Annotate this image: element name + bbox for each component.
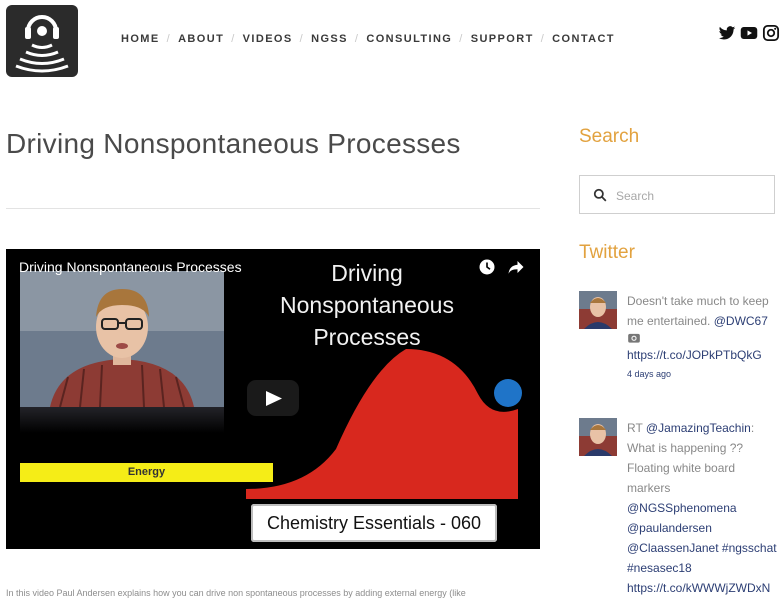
energy-label: Energy	[20, 463, 273, 482]
video-title[interactable]: Driving Nonspontaneous Processes	[19, 259, 242, 275]
search-icon[interactable]	[593, 188, 607, 202]
photo-icon	[628, 333, 640, 343]
avatar[interactable]	[579, 291, 617, 329]
youtube-icon[interactable]	[740, 24, 758, 42]
nav-separator: /	[231, 33, 236, 45]
nav-separator: /	[354, 33, 360, 45]
page-title: Driving Nonspontaneous Processes	[6, 128, 461, 159]
watch-later-icon[interactable]	[478, 258, 496, 276]
tweet-mention[interactable]: @ClaassenJanet	[627, 541, 719, 555]
presenter-thumbnail	[20, 271, 224, 407]
instagram-icon[interactable]	[762, 24, 780, 42]
video-description: In this video Paul Andersen explains how…	[6, 588, 466, 598]
slide-title-line: Driving	[331, 260, 403, 286]
tweet-body: RT @JamazingTeachin: What is happening ?…	[627, 418, 779, 598]
tweet-time[interactable]: 4 days ago	[627, 367, 779, 381]
tweet-prefix: RT	[627, 421, 646, 435]
social-links	[718, 24, 780, 42]
nav-separator: /	[299, 33, 305, 45]
share-icon[interactable]	[506, 258, 526, 276]
nav-videos[interactable]: VIDEOS	[243, 33, 293, 45]
play-icon	[266, 391, 282, 406]
nav-home[interactable]: HOME	[121, 33, 160, 45]
nav-separator: /	[459, 33, 464, 45]
slide-title-line: Nonspontaneous	[280, 292, 454, 318]
nav-separator: /	[540, 33, 546, 45]
nav-separator: /	[166, 33, 172, 45]
video-caption: Chemistry Essentials - 060	[251, 504, 497, 542]
tweet-link[interactable]: https://t.co/JOPkPTbQkG	[627, 348, 762, 362]
slide-title: Driving Nonspontaneous Processes	[262, 257, 472, 353]
main-nav: HOME / ABOUT / VIDEOS / NGSS / CONSULTIN…	[121, 33, 615, 45]
tweet-mention[interactable]: @paulandersen	[627, 521, 712, 535]
twitter-icon[interactable]	[718, 24, 736, 42]
nav-about[interactable]: ABOUT	[178, 33, 224, 45]
avatar[interactable]	[579, 418, 617, 456]
nav-contact[interactable]: CONTACT	[552, 33, 615, 45]
search-input[interactable]	[614, 184, 768, 208]
nav-consulting[interactable]: CONSULTING	[366, 33, 452, 45]
headphones-logo-icon	[15, 15, 69, 73]
nav-ngss[interactable]: NGSS	[311, 33, 348, 45]
tweet-mention[interactable]: @JamazingTeachin	[646, 421, 751, 435]
tweet-body: Doesn't take much to keep me entertained…	[627, 291, 779, 381]
twitter-widget-title: Twitter	[579, 242, 635, 263]
search-widget-title: Search	[579, 126, 640, 147]
play-button[interactable]	[247, 380, 299, 416]
tweet-mention[interactable]: @DWC67	[714, 314, 768, 328]
divider	[6, 208, 540, 209]
nav-support[interactable]: SUPPORT	[471, 33, 534, 45]
tweet-link[interactable]: https://t.co/kWWWjZWDxN	[627, 581, 770, 595]
video-player[interactable]: Driving Nonspontaneous Processes Driving…	[6, 249, 540, 549]
site-logo[interactable]	[6, 5, 78, 77]
tweet-mention[interactable]: @NGSSphenomena	[627, 501, 737, 515]
thumbnail-reflection	[20, 407, 224, 433]
search-box	[579, 175, 775, 214]
energy-curve-graphic	[246, 349, 522, 499]
